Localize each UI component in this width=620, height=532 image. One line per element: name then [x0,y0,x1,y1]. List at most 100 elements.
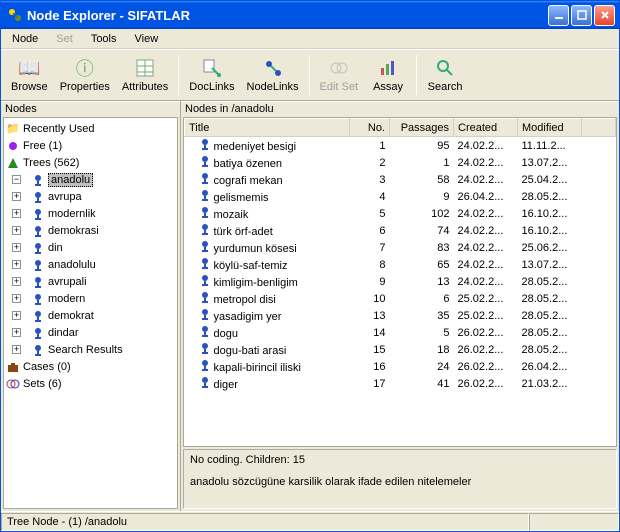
table-row[interactable]: metropol disi10625.02.2...28.05.2... [185,290,616,307]
right-pane-header: Nodes in /anadolu [181,101,619,117]
tree-node-icon [31,326,45,340]
cell-no: 9 [350,273,390,290]
expander-icon[interactable]: + [12,345,21,354]
tree-item[interactable]: +demokrasi [6,222,175,239]
main-area: Nodes 📁 Recently Used Free (1) Trees (56… [1,101,619,511]
toolbar-separator [309,55,310,95]
menu-view[interactable]: View [128,31,166,47]
tree-item[interactable]: + Search Results [6,341,175,358]
toolbar-label: Properties [60,81,110,93]
tree-item[interactable]: +avrupali [6,273,175,290]
maximize-button[interactable] [571,5,592,26]
cell-no: 2 [350,154,390,171]
cell-no: 1 [350,137,390,155]
menu-node[interactable]: Node [5,31,45,47]
col-spacer [582,119,616,137]
menu-tools[interactable]: Tools [84,31,124,47]
expander-icon[interactable]: + [12,260,21,269]
tree-item[interactable]: +avrupa [6,188,175,205]
tree-node-icon [31,190,45,204]
nodelink-icon [262,57,284,79]
expander-icon[interactable]: + [12,209,21,218]
statusbar: Tree Node - (1) /anadolu [1,511,619,531]
cell-modified: 28.05.2... [518,307,582,324]
tree-item[interactable]: −anadolu [6,171,175,188]
tree-node-icon [31,207,45,221]
tree-item[interactable]: +modern [6,290,175,307]
cell-created: 24.02.2... [454,222,518,239]
browse-button[interactable]: 📖 Browse [5,55,54,95]
tree-item[interactable]: + demokrat [6,307,175,324]
expander-icon[interactable]: − [12,175,21,184]
cell-no: 3 [350,171,390,188]
col-no[interactable]: No. [350,119,390,137]
tree-item[interactable]: +modernlik [6,205,175,222]
expander-icon[interactable]: + [12,277,21,286]
table-row[interactable]: yurdumun kösesi78324.02.2...25.06.2... [185,239,616,256]
table-row[interactable]: dogu14526.02.2...28.05.2... [185,324,616,341]
cell-created: 24.02.2... [454,137,518,155]
tree-item-label: demokrat [48,310,94,322]
cell-modified: 28.05.2... [518,341,582,358]
tree-item[interactable]: +anadolulu [6,256,175,273]
col-modified[interactable]: Modified [518,119,582,137]
cell-title: cografi mekan [185,171,350,188]
info-icon: ⓘ [74,57,96,79]
book-icon: 📖 [18,57,40,79]
table-row[interactable]: gelismemis4926.04.2...28.05.2... [185,188,616,205]
left-pane: Nodes 📁 Recently Used Free (1) Trees (56… [1,101,181,511]
col-passages[interactable]: Passages [390,119,454,137]
info-line1: No coding. Children: 15 [190,454,610,466]
cell-no: 17 [350,375,390,392]
status-text: Tree Node - (1) /anadolu [1,513,529,531]
search-button[interactable]: Search [421,55,469,95]
table-row[interactable]: mozaik510224.02.2...16.10.2... [185,205,616,222]
tree-cases[interactable]: Cases (0) [6,358,175,375]
attributes-button[interactable]: Attributes [116,55,174,95]
tree-trees[interactable]: Trees (562) [6,154,175,171]
expander-icon[interactable]: + [12,226,21,235]
tree-item[interactable]: +din [6,239,175,256]
toolbar-label: Attributes [122,81,168,93]
tree-item[interactable]: +dindar [6,324,175,341]
cell-created: 26.04.2... [454,188,518,205]
expander-icon[interactable]: + [12,192,21,201]
table-row[interactable]: kimligim-benligim91324.02.2...28.05.2... [185,273,616,290]
table-row[interactable]: yasadigim yer133525.02.2...28.05.2... [185,307,616,324]
expander-icon[interactable]: + [12,328,21,337]
table-row[interactable]: diger174126.02.2...21.03.2... [185,375,616,392]
col-title[interactable]: Title [185,119,350,137]
doclinks-button[interactable]: DocLinks [183,55,240,95]
cell-title: diger [185,375,350,392]
tree-label: Free (1) [23,140,62,152]
nodelinks-button[interactable]: NodeLinks [241,55,305,95]
table-row[interactable]: batiya özenen2124.02.2...13.07.2... [185,154,616,171]
tree-node-icon [31,241,45,255]
minimize-button[interactable] [548,5,569,26]
expander-icon[interactable]: + [12,294,21,303]
tree-node-icon [199,223,211,238]
tree-label: Cases (0) [23,361,71,373]
tree-recently-used[interactable]: 📁 Recently Used [6,120,175,137]
cell-passages: 24 [390,358,454,375]
cell-modified: 28.05.2... [518,273,582,290]
properties-button[interactable]: ⓘ Properties [54,55,116,95]
table-row[interactable]: türk örf-adet67424.02.2...16.10.2... [185,222,616,239]
tree-node-icon [199,291,211,306]
node-list[interactable]: Title No. Passages Created Modified mede… [183,117,617,447]
close-button[interactable] [594,5,615,26]
tree-item-label: Search Results [48,344,123,356]
tree-free[interactable]: Free (1) [6,137,175,154]
assay-button[interactable]: Assay [364,55,412,95]
table-row[interactable]: medeniyet besigi19524.02.2...11.11.2... [185,137,616,155]
table-row[interactable]: cografi mekan35824.02.2...25.04.2... [185,171,616,188]
expander-icon[interactable]: + [12,243,21,252]
table-row[interactable]: kapali-birincil iliski162426.02.2...26.0… [185,358,616,375]
table-row[interactable]: dogu-bati arasi151826.02.2...28.05.2... [185,341,616,358]
column-header-row: Title No. Passages Created Modified [185,119,616,137]
tree-view[interactable]: 📁 Recently Used Free (1) Trees (562) −an… [3,117,178,509]
table-row[interactable]: köylü-saf-temiz86524.02.2...13.07.2... [185,256,616,273]
col-created[interactable]: Created [454,119,518,137]
tree-sets[interactable]: Sets (6) [6,375,175,392]
expander-icon[interactable]: + [12,311,21,320]
